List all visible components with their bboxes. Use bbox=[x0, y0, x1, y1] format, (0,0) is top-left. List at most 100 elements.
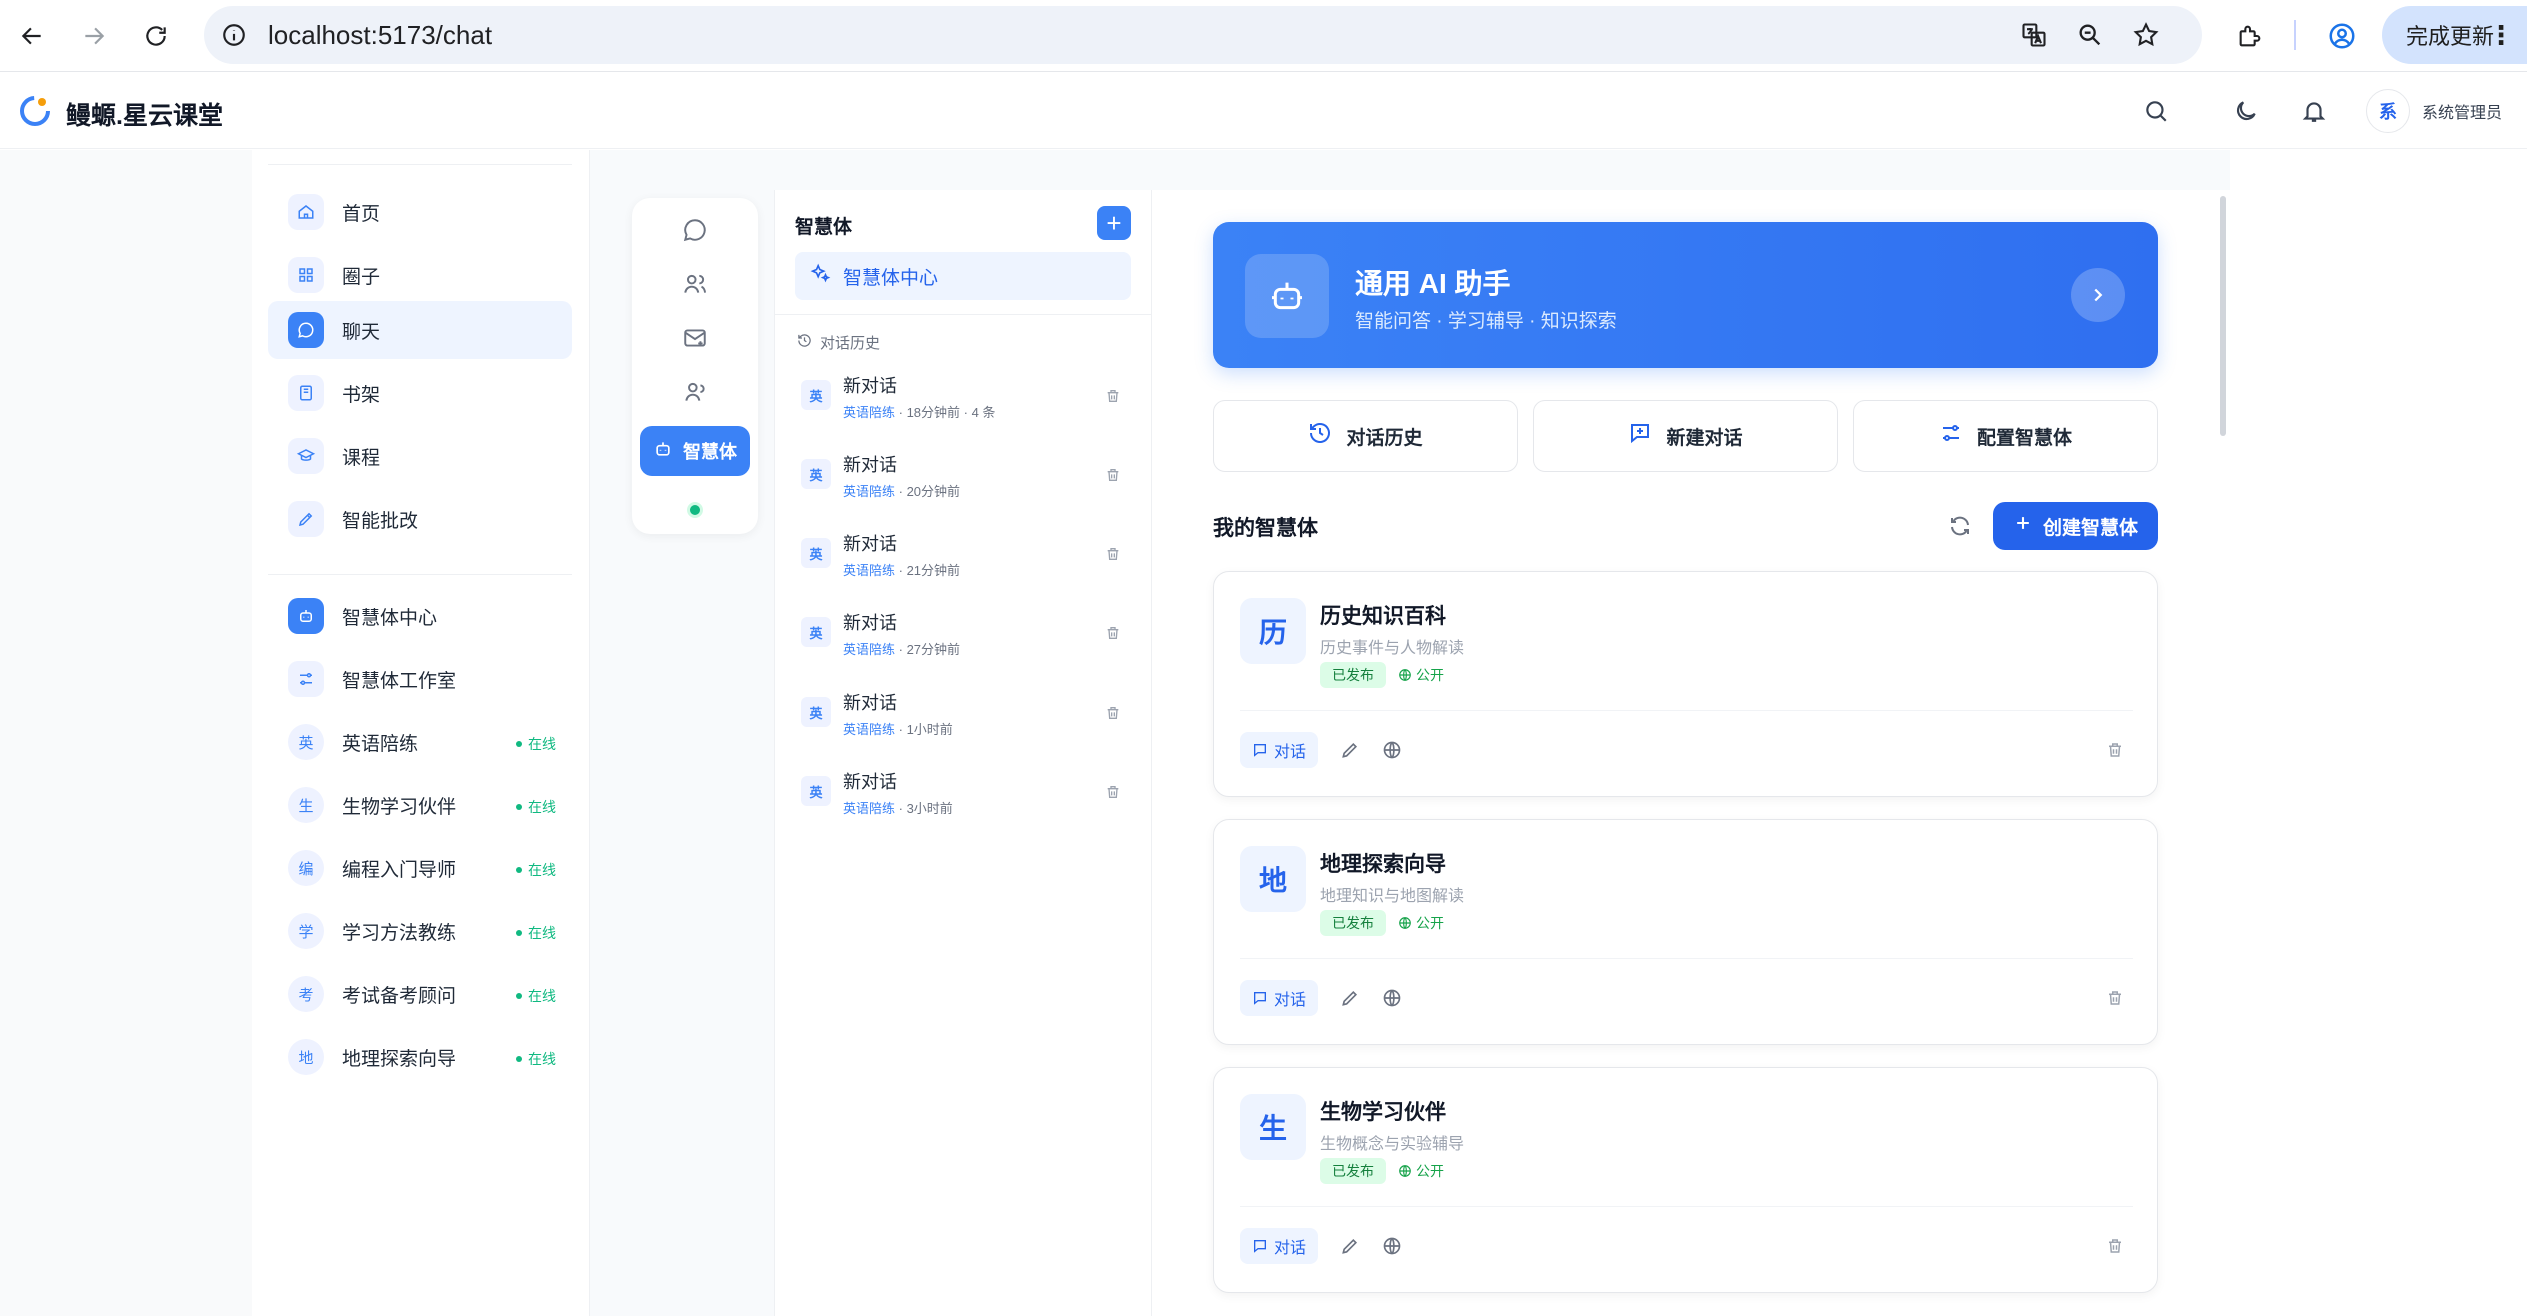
agent-center-link[interactable]: 智慧体中心 bbox=[795, 252, 1131, 300]
chat-button[interactable]: 对话 bbox=[1240, 732, 1319, 768]
conversation-title: 新对话 bbox=[843, 534, 897, 554]
dark-mode-icon[interactable] bbox=[2228, 93, 2264, 129]
refresh-icon[interactable] bbox=[1944, 510, 1976, 542]
sidebar-item-agent-center[interactable]: 智慧体中心 bbox=[268, 587, 572, 645]
hero-title: 通用 AI 助手 bbox=[1355, 268, 1511, 299]
agent-card-history[interactable]: 历 历史知识百科 历史事件与人物解读 已发布 公开 对话 bbox=[1213, 571, 2158, 797]
edit-icon[interactable] bbox=[1336, 1232, 1364, 1260]
url-text: localhost:5173/chat bbox=[268, 20, 493, 50]
agent-description: 历史事件与人物解读 bbox=[1320, 640, 1465, 657]
create-agent-button[interactable]: 创建智慧体 bbox=[1993, 502, 2158, 550]
visibility-badge: 公开 bbox=[1398, 913, 1444, 933]
status-badge: 已发布 bbox=[1320, 1158, 1386, 1184]
trash-icon[interactable] bbox=[1101, 701, 1125, 725]
sidebar-item-label: 编程入门导师 bbox=[342, 859, 457, 881]
sidebar-item-courses[interactable]: 课程 bbox=[268, 427, 572, 485]
forward-icon[interactable] bbox=[74, 16, 114, 56]
update-label: 完成更新 bbox=[2406, 24, 2495, 49]
agent-name: 地理探索向导 bbox=[1320, 853, 1446, 876]
translate-icon[interactable] bbox=[2018, 19, 2050, 51]
panel-divider bbox=[775, 314, 1153, 315]
sidebar-item-chat[interactable]: 聊天 bbox=[268, 301, 572, 359]
chat-button[interactable]: 对话 bbox=[1240, 980, 1319, 1016]
globe-icon[interactable] bbox=[1378, 736, 1406, 764]
scrollbar-thumb[interactable] bbox=[2220, 196, 2226, 436]
trash-icon[interactable] bbox=[2101, 1232, 2129, 1260]
groups-icon[interactable] bbox=[675, 372, 715, 412]
agent-card-geography[interactable]: 地 地理探索向导 地理知识与地图解读 已发布 公开 对话 bbox=[1213, 819, 2158, 1045]
sidebar-item-grading[interactable]: 智能批改 bbox=[268, 490, 572, 548]
trash-icon[interactable] bbox=[2101, 984, 2129, 1012]
chat-button[interactable]: 对话 bbox=[1240, 1228, 1319, 1264]
reload-icon[interactable] bbox=[136, 16, 176, 56]
globe-icon[interactable] bbox=[1378, 1232, 1406, 1260]
conversation-title: 新对话 bbox=[843, 376, 897, 396]
trash-icon[interactable] bbox=[1101, 384, 1125, 408]
user-menu[interactable]: 系 系统管理员 bbox=[2366, 89, 2502, 133]
edit-icon[interactable] bbox=[1336, 736, 1364, 764]
sidebar-divider bbox=[268, 574, 572, 575]
online-status: 在线 bbox=[516, 860, 556, 880]
sidebar-bot-geography[interactable]: 地 地理探索向导 在线 bbox=[268, 1028, 572, 1086]
trash-icon[interactable] bbox=[2101, 736, 2129, 764]
rail-tab-agents[interactable]: 智慧体 bbox=[640, 426, 750, 476]
sidebar-bot-english[interactable]: 英 英语陪练 在线 bbox=[268, 713, 572, 771]
online-status: 在线 bbox=[516, 1049, 556, 1069]
sidebar-item-label: 学习方法教练 bbox=[342, 922, 457, 944]
user-name: 系统管理员 bbox=[2422, 105, 2503, 122]
sidebar-item-bookshelf[interactable]: 书架 bbox=[268, 364, 572, 422]
agent-card-biology[interactable]: 生 生物学习伙伴 生物概念与实验辅导 已发布 公开 对话 bbox=[1213, 1067, 2158, 1293]
trash-icon[interactable] bbox=[1101, 463, 1125, 487]
address-bar[interactable]: localhost:5173/chat bbox=[204, 6, 2202, 64]
card-divider bbox=[1240, 958, 2133, 959]
card-divider bbox=[1240, 1206, 2133, 1207]
back-icon[interactable] bbox=[12, 16, 52, 56]
general-ai-assistant-card[interactable]: 通用 AI 助手 智能问答 · 学习辅导 · 知识探索 bbox=[1213, 222, 2158, 368]
add-conversation-button[interactable]: + bbox=[1097, 206, 1131, 240]
globe-icon[interactable] bbox=[1378, 984, 1406, 1012]
trash-icon[interactable] bbox=[1101, 621, 1125, 645]
list-item[interactable]: 英 新对话 英语陪练 · 27分钟前 bbox=[795, 603, 1131, 669]
extensions-icon[interactable] bbox=[2230, 16, 2270, 56]
edit-icon[interactable] bbox=[1336, 984, 1364, 1012]
profile-icon[interactable] bbox=[2322, 16, 2362, 56]
update-button[interactable]: 完成更新 ⋮ bbox=[2382, 6, 2527, 64]
zoom-icon[interactable] bbox=[2074, 19, 2106, 51]
brand[interactable]: 鳗螈.星云课堂 bbox=[18, 94, 223, 133]
conversation-badge: 英 bbox=[801, 380, 831, 410]
sidebar-bot-exam[interactable]: 考 考试备考顾问 在线 bbox=[268, 965, 572, 1023]
list-item[interactable]: 英 新对话 英语陪练 · 20分钟前 bbox=[795, 445, 1131, 511]
sidebar-bot-biology[interactable]: 生 生物学习伙伴 在线 bbox=[268, 776, 572, 834]
contacts-icon[interactable] bbox=[675, 264, 715, 304]
sidebar-item-label: 生物学习伙伴 bbox=[342, 796, 457, 818]
list-item[interactable]: 英 新对话 英语陪练 · 3小时前 bbox=[795, 762, 1131, 828]
site-info-icon[interactable] bbox=[218, 19, 250, 51]
sidebar-item-circles[interactable]: 圈子 bbox=[268, 246, 572, 304]
mail-icon[interactable] bbox=[675, 318, 715, 358]
history-button[interactable]: 对话历史 bbox=[1213, 400, 1518, 472]
bot-avatar: 生 bbox=[288, 787, 324, 823]
search-icon[interactable] bbox=[2138, 93, 2174, 129]
messages-icon[interactable] bbox=[675, 210, 715, 250]
bot-avatar: 英 bbox=[288, 724, 324, 760]
bookmark-star-icon[interactable] bbox=[2130, 19, 2162, 51]
sidebar-item-label: 圈子 bbox=[342, 266, 381, 288]
browser-menu-icon[interactable]: ⋮ bbox=[2488, 20, 2514, 51]
bell-icon[interactable] bbox=[2296, 93, 2332, 129]
online-status: 在线 bbox=[516, 923, 556, 943]
list-item[interactable]: 英 新对话 英语陪练 · 21分钟前 bbox=[795, 524, 1131, 590]
online-status: 在线 bbox=[516, 734, 556, 754]
new-chat-button[interactable]: 新建对话 bbox=[1533, 400, 1838, 472]
chevron-right-icon[interactable] bbox=[2071, 268, 2125, 322]
sidebar-item-agent-studio[interactable]: 智慧体工作室 bbox=[268, 650, 572, 708]
sidebar-bot-study-coach[interactable]: 学 学习方法教练 在线 bbox=[268, 902, 572, 960]
trash-icon[interactable] bbox=[1101, 542, 1125, 566]
configure-agent-button[interactable]: 配置智慧体 bbox=[1853, 400, 2158, 472]
list-item[interactable]: 英 新对话 英语陪练 · 1小时前 bbox=[795, 683, 1131, 749]
globe-icon bbox=[1399, 917, 1411, 929]
trash-icon[interactable] bbox=[1101, 780, 1125, 804]
home-icon bbox=[288, 194, 324, 230]
sidebar-item-home[interactable]: 首页 bbox=[268, 183, 572, 241]
list-item[interactable]: 英 新对话 英语陪练 · 18分钟前 · 4 条 bbox=[795, 366, 1131, 432]
sidebar-bot-programming[interactable]: 编 编程入门导师 在线 bbox=[268, 839, 572, 897]
